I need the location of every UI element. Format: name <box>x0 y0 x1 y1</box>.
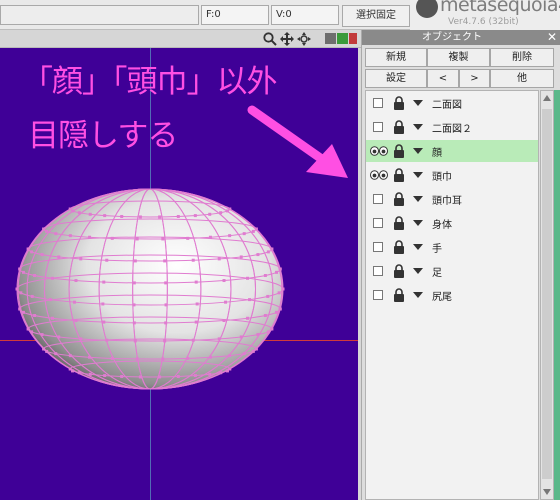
lock-icon[interactable] <box>393 120 405 134</box>
view-layout-icon[interactable] <box>337 33 348 44</box>
object-name: 顔 <box>432 148 442 159</box>
panel-edge-strip <box>554 90 560 500</box>
app-logo: metasequoia4 Ver4.7.6 (32bit) <box>410 0 560 30</box>
object-panel: オブジェクト ✕ 新規 複製 削除 設定 < > 他 二面図二面図２ 顔頭巾頭巾耳… <box>361 30 560 500</box>
visibility-checkbox[interactable] <box>373 194 383 204</box>
visibility-checkbox[interactable] <box>373 122 383 132</box>
lock-icon[interactable] <box>393 240 405 254</box>
object-row[interactable]: 尻尾 <box>366 284 538 306</box>
visibility-checkbox[interactable] <box>373 98 383 108</box>
move-icon[interactable] <box>279 31 295 47</box>
object-name: 頭巾耳 <box>432 196 462 207</box>
duplicate-object-button[interactable]: 複製 <box>427 48 490 67</box>
rotate-icon[interactable] <box>296 31 312 47</box>
annotation-arrow-icon <box>247 105 348 178</box>
other-menu-button[interactable]: 他 <box>490 69 554 88</box>
expand-triangle-icon[interactable] <box>413 268 423 274</box>
logo-text: metasequoia4 <box>440 0 560 16</box>
object-row[interactable]: 二面図２ <box>366 116 538 138</box>
scrollbar-thumb[interactable] <box>542 109 552 479</box>
object-name: 身体 <box>432 220 452 231</box>
object-row[interactable]: 顔 <box>366 140 538 162</box>
expand-triangle-icon[interactable] <box>413 172 423 178</box>
lock-icon[interactable] <box>393 216 405 230</box>
object-name: 足 <box>432 268 442 279</box>
object-row[interactable]: 頭巾 <box>366 164 538 186</box>
lock-icon[interactable] <box>393 144 405 158</box>
object-list-scrollbar[interactable] <box>540 90 554 500</box>
view-layout-icon[interactable] <box>349 33 357 44</box>
new-object-button[interactable]: 新規 <box>365 48 427 67</box>
object-row[interactable]: 二面図 <box>366 92 538 114</box>
expand-triangle-icon[interactable] <box>413 100 423 106</box>
lock-icon[interactable] <box>393 288 405 302</box>
object-list[interactable]: 二面図二面図２ 顔頭巾頭巾耳身体手足尻尾 <box>365 90 539 500</box>
eye-icon[interactable] <box>370 146 388 156</box>
close-icon[interactable]: ✕ <box>547 30 557 45</box>
object-name: 二面図２ <box>432 124 472 135</box>
expand-triangle-icon[interactable] <box>413 196 423 202</box>
eye-icon[interactable] <box>370 170 388 180</box>
object-row[interactable]: 身体 <box>366 212 538 234</box>
object-name: 頭巾 <box>432 172 452 183</box>
expand-triangle-icon[interactable] <box>413 220 423 226</box>
previous-object-button[interactable]: < <box>427 69 459 88</box>
vertex-count: V:0 <box>271 5 339 25</box>
visibility-checkbox[interactable] <box>373 218 383 228</box>
view-layout-icon[interactable] <box>325 33 336 44</box>
object-panel-header: オブジェクト ✕ <box>362 30 560 45</box>
scroll-up-icon[interactable] <box>543 95 551 101</box>
logo-mark-icon <box>416 0 438 18</box>
annotation-line-1: 「顔」「頭巾」以外 <box>22 64 277 100</box>
expand-triangle-icon[interactable] <box>413 124 423 130</box>
lock-icon[interactable] <box>393 264 405 278</box>
lock-icon[interactable] <box>393 96 405 110</box>
scroll-down-icon[interactable] <box>543 489 551 495</box>
expand-triangle-icon[interactable] <box>413 148 423 154</box>
expand-triangle-icon[interactable] <box>413 292 423 298</box>
visibility-checkbox[interactable] <box>373 242 383 252</box>
object-row[interactable]: 頭巾耳 <box>366 188 538 210</box>
magnifier-icon[interactable] <box>262 31 278 47</box>
annotation-line-2: 目隠しする <box>28 118 178 154</box>
status-bar: F:0 V:0 選択固定 <box>0 0 410 30</box>
object-name: 手 <box>432 244 442 255</box>
object-name: 尻尾 <box>432 292 452 303</box>
delete-object-button[interactable]: 削除 <box>490 48 554 67</box>
object-row[interactable]: 足 <box>366 260 538 282</box>
version-label: Ver4.7.6 (32bit) <box>448 17 519 27</box>
visibility-checkbox[interactable] <box>373 266 383 276</box>
visibility-checkbox[interactable] <box>373 290 383 300</box>
lock-icon[interactable] <box>393 168 405 182</box>
next-object-button[interactable]: > <box>459 69 490 88</box>
selection-lock-button[interactable]: 選択固定 <box>342 5 410 27</box>
object-row[interactable]: 手 <box>366 236 538 258</box>
status-field-blank <box>0 5 199 25</box>
lock-icon[interactable] <box>393 192 405 206</box>
object-name: 二面図 <box>432 100 462 111</box>
object-settings-button[interactable]: 設定 <box>365 69 427 88</box>
3d-viewport[interactable]: 「顔」「頭巾」以外 目隠しする <box>0 48 358 500</box>
expand-triangle-icon[interactable] <box>413 244 423 250</box>
object-panel-title: オブジェクト <box>422 32 482 43</box>
app-window: { "status": { "f_label": "F:0", "v_label… <box>0 0 560 500</box>
face-count: F:0 <box>201 5 269 25</box>
viewport-toolbar <box>0 30 363 48</box>
